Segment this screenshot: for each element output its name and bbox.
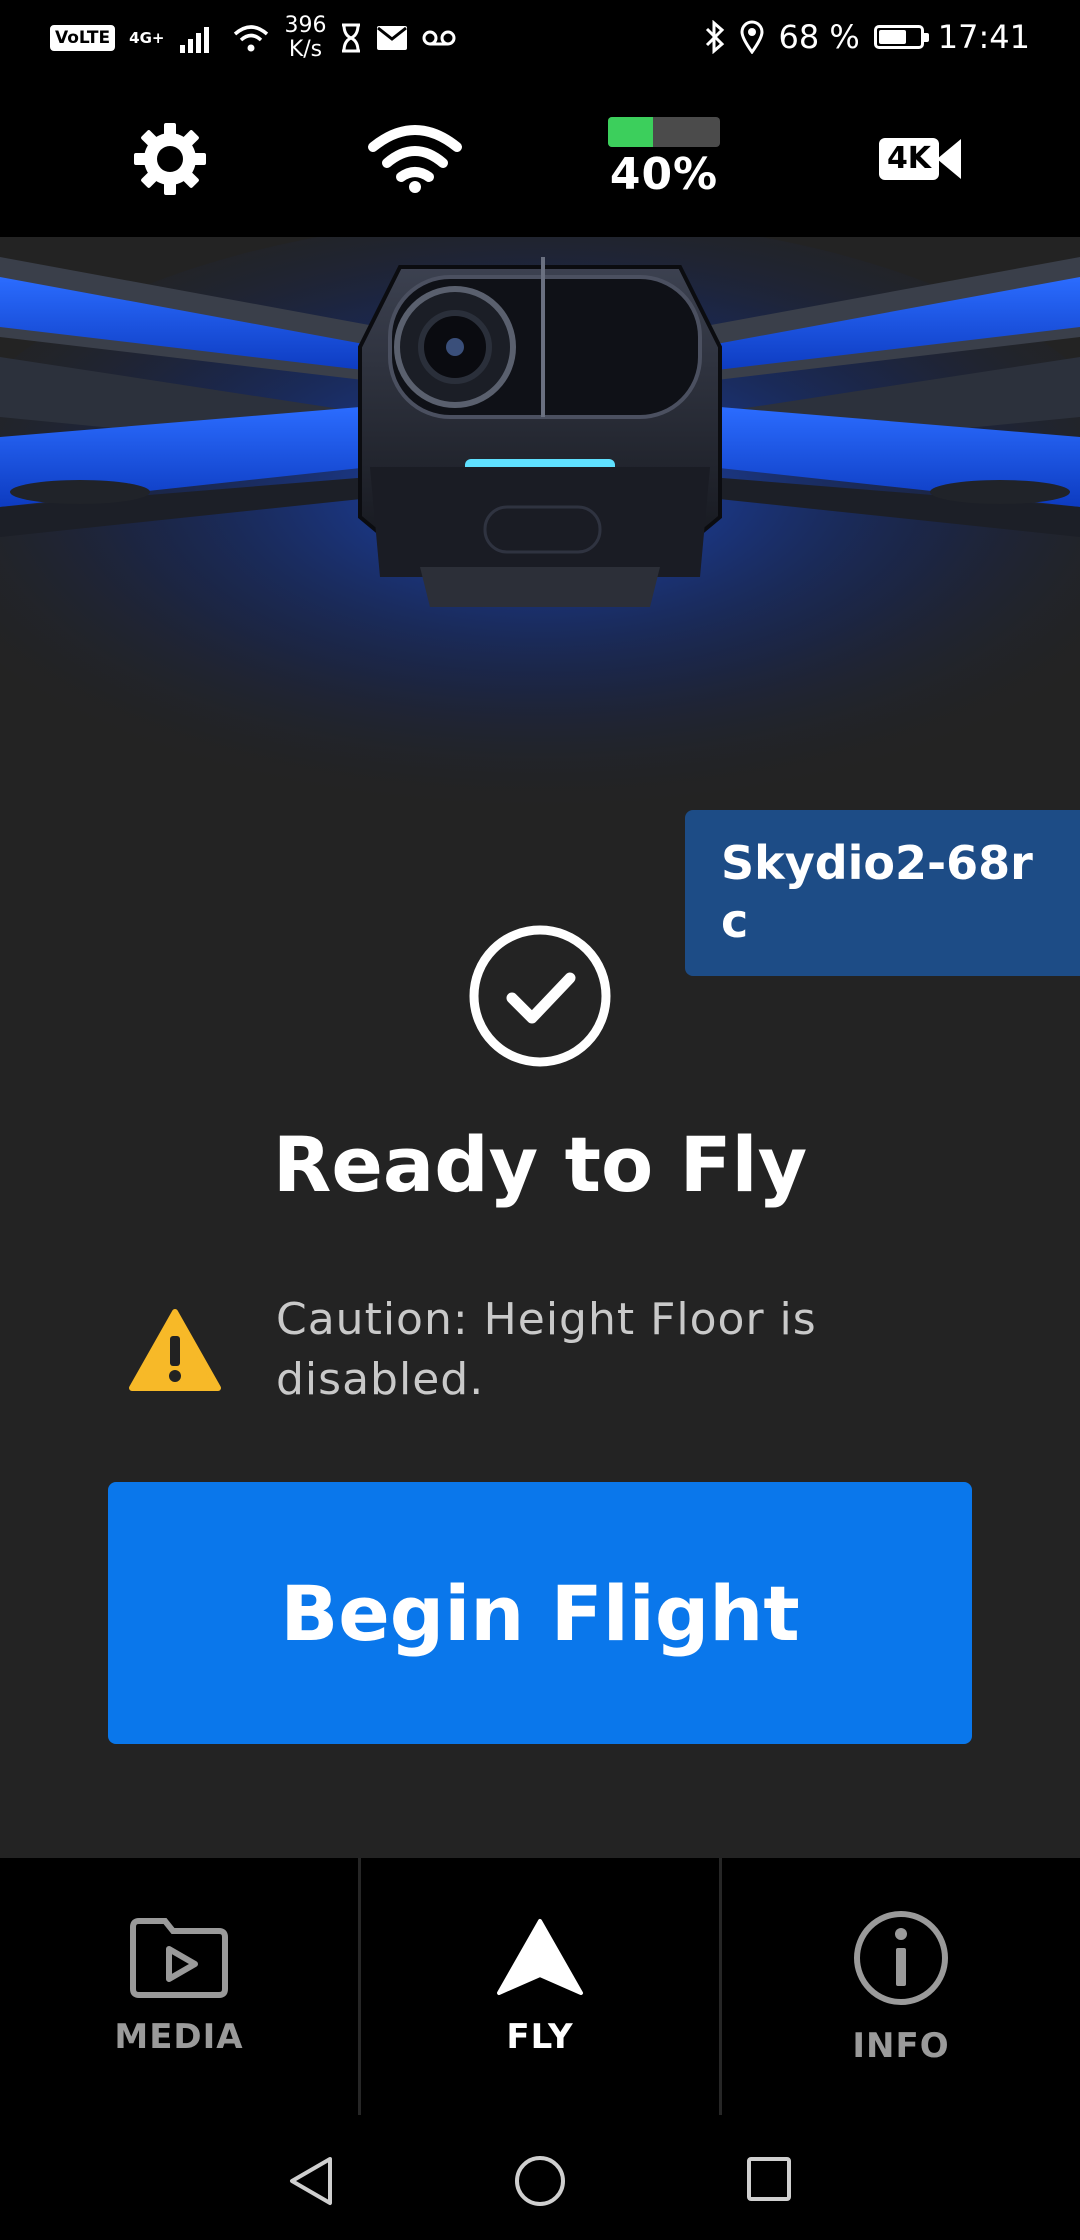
- app-top-bar: 40% 4K: [0, 80, 1080, 237]
- signal-icon: [180, 27, 210, 53]
- voicemail-icon: [422, 30, 456, 46]
- network-speed-value: 396: [284, 13, 327, 38]
- back-icon[interactable]: [286, 2155, 336, 2207]
- wifi-icon: [368, 124, 462, 193]
- system-status-bar: VoLTE 4G+ 396 K/s 68 % 17:41: [0, 0, 1080, 80]
- system-nav-bar: [0, 2115, 1080, 2240]
- caution-message: Caution: Height Floor is disabled.: [128, 1290, 968, 1410]
- info-icon: [854, 1910, 948, 2005]
- drone-battery-indicator[interactable]: 40%: [600, 80, 728, 237]
- volte-badge: VoLTE: [50, 25, 116, 51]
- status-left-group: VoLTE 4G+ 396 K/s: [50, 14, 456, 62]
- caution-text: Caution: Height Floor is disabled.: [276, 1294, 817, 1405]
- drone-hero-image: [0, 237, 1080, 877]
- wifi-status-button[interactable]: [365, 80, 465, 237]
- drone-illustration: [0, 237, 1080, 877]
- mail-icon: [377, 26, 408, 50]
- begin-flight-button[interactable]: Begin Flight: [108, 1482, 972, 1744]
- tab-fly[interactable]: FLY: [358, 1858, 719, 2115]
- tab-info[interactable]: INFO: [719, 1858, 1080, 2115]
- drone-battery-label: 40%: [609, 149, 719, 200]
- wifi-icon: [234, 25, 269, 52]
- device-name-tag[interactable]: Skydio2-68rc: [685, 810, 1080, 976]
- warning-icon: [129, 1309, 221, 1391]
- tab-media-label: MEDIA: [114, 2016, 244, 2057]
- check-circle-icon: [469, 925, 611, 1067]
- hourglass-icon: [342, 23, 361, 53]
- camera-icon: [937, 138, 962, 179]
- ready-status-title: Ready to Fly: [272, 1120, 808, 1209]
- bluetooth-icon: [706, 20, 725, 54]
- network-type: 4G+: [129, 29, 165, 47]
- settings-button[interactable]: [120, 80, 220, 237]
- recents-icon[interactable]: [746, 2155, 792, 2203]
- network-speed-unit: K/s: [288, 37, 323, 62]
- clock: 17:41: [937, 18, 1030, 56]
- tab-fly-label: FLY: [506, 2016, 574, 2057]
- fly-arrow-icon: [497, 1918, 583, 1995]
- camera-resolution-button[interactable]: 4K: [860, 80, 980, 237]
- tab-media[interactable]: MEDIA: [0, 1858, 358, 2115]
- status-right-group: 68 % 17:41: [704, 18, 1030, 56]
- resolution-label: 4K: [878, 137, 940, 180]
- battery-percent: 68 %: [778, 18, 860, 56]
- home-icon[interactable]: [514, 2155, 566, 2207]
- network-speed: 396 K/s: [284, 14, 326, 62]
- settings-icon: [134, 122, 206, 195]
- location-icon: [740, 20, 764, 54]
- bottom-tab-bar: MEDIA FLY INFO: [0, 1858, 1080, 2115]
- tab-info-label: INFO: [852, 2025, 950, 2066]
- battery-icon: [873, 25, 929, 49]
- battery-icon: [608, 117, 720, 147]
- media-folder-icon: [130, 1917, 228, 1998]
